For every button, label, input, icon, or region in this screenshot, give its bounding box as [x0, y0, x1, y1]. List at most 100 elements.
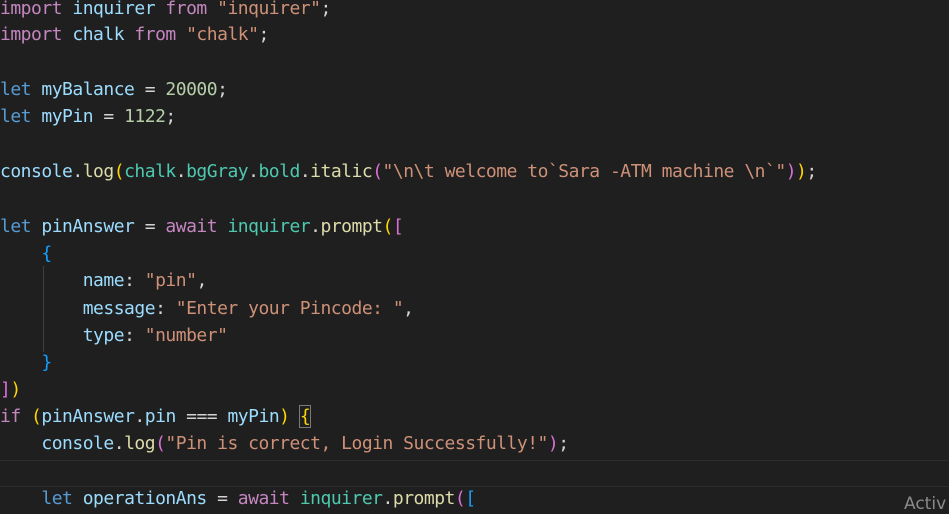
string-literal: "inquirer"	[217, 0, 321, 19]
import-keyword: import	[0, 0, 63, 19]
semicolon: ;	[217, 79, 228, 100]
code-line-10[interactable]: {	[0, 240, 52, 267]
code-line-4[interactable]: let myBalance = 20000;	[0, 76, 228, 103]
property-name: pin	[144, 406, 177, 427]
close-paren: )	[547, 433, 559, 454]
close-bracket: ]	[0, 379, 11, 400]
log-function: log	[124, 433, 156, 454]
open-paren: (	[31, 406, 42, 427]
assignment-operator: =	[93, 106, 125, 127]
open-bracket: [	[465, 488, 476, 509]
string-literal: "Pin is correct, Login Successfully!"	[165, 433, 548, 454]
prompt-function: prompt	[392, 488, 456, 509]
open-bracket: [	[392, 216, 404, 237]
dot: .	[299, 161, 311, 182]
console-object: console	[41, 433, 114, 454]
code-line-5[interactable]: let myPin = 1122;	[0, 103, 176, 130]
bggray-property: bgGray	[186, 161, 249, 182]
open-brace: {	[41, 243, 52, 264]
if-keyword: if	[0, 406, 21, 427]
current-line-highlight	[0, 460, 949, 487]
close-brace: }	[41, 352, 52, 373]
colon: :	[155, 298, 176, 319]
code-line-9[interactable]: let pinAnswer = await inquirer.prompt([	[0, 213, 404, 240]
code-line-16[interactable]: if (pinAnswer.pin === myPin) {	[0, 403, 312, 430]
property-key: name	[82, 270, 125, 291]
variable-name: pinAnswer	[41, 216, 135, 237]
semicolon: ;	[558, 433, 569, 454]
bold-property: bold	[258, 161, 300, 182]
code-line-7[interactable]: console.log(chalk.bgGray.bold.italic("\n…	[0, 158, 817, 185]
variable-name: pinAnswer	[41, 406, 135, 427]
chalk-object: chalk	[124, 161, 176, 182]
open-paren: (	[454, 488, 466, 509]
italic-function: italic	[310, 161, 373, 182]
code-line-11[interactable]: name: "pin",	[0, 267, 208, 294]
string-literal: "\n\t welcome to`Sara -ATM machine \n`"	[382, 161, 787, 182]
dot: .	[175, 161, 187, 182]
semicolon: ;	[258, 24, 269, 45]
dot: .	[113, 433, 125, 454]
open-paren: (	[113, 161, 125, 182]
number-literal: 1122	[124, 106, 166, 127]
code-editor[interactable]: import inquirer from "inquirer"; import …	[0, 0, 949, 513]
close-paren: )	[796, 161, 807, 182]
let-keyword: let	[0, 106, 32, 127]
inquirer-object: inquirer	[227, 216, 311, 237]
dot: .	[72, 161, 83, 182]
variable-name: myPin	[41, 106, 94, 127]
open-paren: (	[155, 433, 166, 454]
equality-operator: ===	[175, 406, 228, 427]
code-line-2[interactable]: import chalk from "chalk";	[0, 21, 269, 48]
colon: :	[124, 325, 145, 346]
comma: ,	[403, 298, 414, 319]
code-line-19[interactable]: let operationAns = await inquirer.prompt…	[0, 485, 476, 512]
close-paren: )	[10, 379, 21, 400]
string-literal: "Enter your Pincode: "	[175, 298, 404, 319]
comma: ,	[196, 270, 207, 291]
code-line-15[interactable]: ])	[0, 376, 21, 403]
code-line-12[interactable]: message: "Enter your Pincode: ",	[0, 295, 414, 322]
close-paren: )	[785, 161, 797, 182]
dot: .	[134, 406, 145, 427]
dot: .	[382, 488, 394, 509]
assignment-operator: =	[134, 79, 166, 100]
code-line-13[interactable]: type: "number"	[0, 322, 228, 349]
dot: .	[310, 216, 321, 237]
open-paren: (	[382, 216, 394, 237]
variable-name: operationAns	[82, 488, 208, 509]
code-line-14[interactable]: }	[0, 349, 52, 376]
string-literal: "pin"	[144, 270, 197, 291]
from-keyword: from	[134, 24, 176, 45]
inquirer-object: inquirer	[299, 488, 383, 509]
string-literal: "chalk"	[186, 24, 259, 45]
semicolon: ;	[320, 0, 331, 19]
log-function: log	[82, 161, 115, 182]
identifier: inquirer	[62, 0, 166, 19]
from-keyword: from	[165, 0, 207, 19]
dot: .	[248, 161, 259, 182]
property-key: type	[82, 325, 125, 346]
code-line-17[interactable]: console.log("Pin is correct, Login Succe…	[0, 430, 569, 457]
variable-name: myPin	[227, 406, 280, 427]
semicolon: ;	[165, 106, 176, 127]
code-line-1[interactable]: import inquirer from "inquirer";	[0, 0, 331, 22]
colon: :	[124, 270, 145, 291]
let-keyword: let	[41, 488, 73, 509]
